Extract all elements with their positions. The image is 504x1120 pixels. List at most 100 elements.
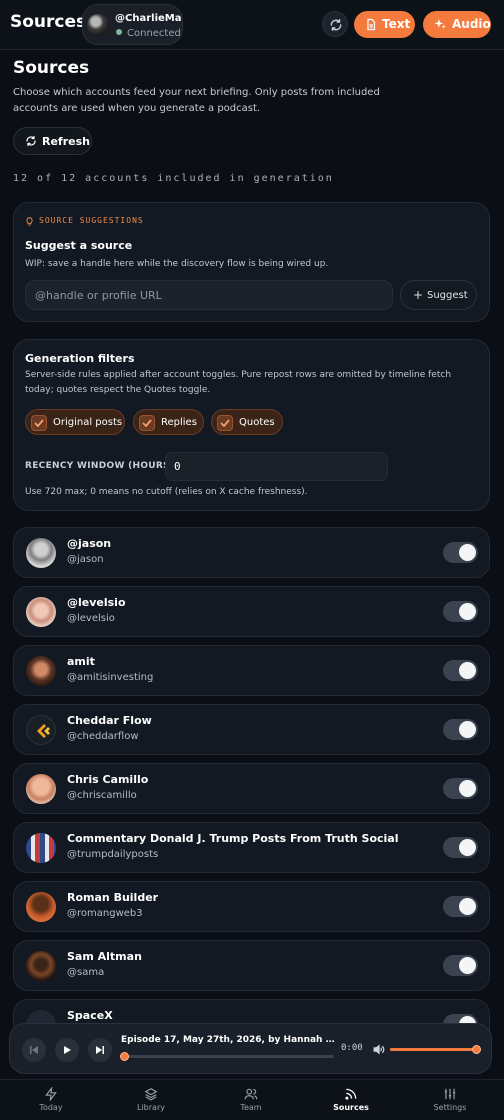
account-row[interactable]: @levelsio @levelsio [13,586,490,637]
account-name: @jason [67,537,112,550]
page-title: Sources [13,58,90,78]
checkbox-checked [139,415,155,431]
toggle-knob [459,721,476,738]
chip-quotes[interactable]: Quotes [211,409,283,435]
page-description: Choose which accounts feed your next bri… [13,87,380,114]
check-icon [34,419,44,427]
skip-forward-icon [96,1046,104,1054]
nav-label: Sources [333,1103,369,1112]
account-row[interactable]: @jason @jason [13,527,490,578]
account-status: Connected [116,28,181,39]
chip-replies[interactable]: Replies [133,409,204,435]
status-dot-icon [116,29,122,35]
nav-team[interactable]: Team [201,1080,301,1120]
nav-settings[interactable]: Settings [400,1080,500,1120]
toggle-knob [459,780,476,797]
suggest-title: Suggest a source [25,239,133,252]
refresh-button[interactable]: Refresh [13,127,92,155]
volume-fill [390,1048,477,1051]
toggle-knob [459,662,476,679]
recency-label: RECENCY WINDOW (HOURS) [25,461,175,471]
volume-slider[interactable] [390,1045,481,1054]
account-name: Commentary Donald J. Trump Posts From Tr… [67,832,399,845]
nav-sources[interactable]: Sources [301,1080,401,1120]
include-toggle[interactable] [443,719,478,740]
account-row[interactable]: Chris Camillo @chriscamillo [13,763,490,814]
recency-input[interactable] [165,452,388,481]
toggle-knob [459,603,476,620]
account-handle: @sama [67,967,105,978]
account-row[interactable]: Sam Altman @sama [13,940,490,991]
account-handle: @trumpdailyposts [67,849,159,860]
filters-title: Generation filters [25,352,135,365]
rss-icon [345,1088,357,1100]
chip-label: Original posts [53,417,123,428]
bolt-icon [45,1087,57,1101]
account-handle: @jason [67,554,104,565]
account-avatar [87,14,109,36]
episode-title: Episode 17, May 27th, 2026, by Hannah Fe… [121,1035,336,1045]
check-icon [220,419,230,427]
recency-help: Use 720 max; 0 means no cutoff (relies o… [25,487,308,497]
avatar [26,833,56,863]
document-icon [367,18,376,31]
audio-player: Episode 17, May 27th, 2026, by Hannah Fe… [9,1023,492,1074]
sync-button[interactable] [322,11,348,37]
progress-slider[interactable] [120,1052,334,1061]
chip-original-posts[interactable]: Original posts [25,409,125,435]
audio-button[interactable]: Audio [423,11,491,38]
account-row[interactable]: Commentary Donald J. Trump Posts From Tr… [13,822,490,873]
refresh-icon [26,135,36,147]
sparkle-icon [434,19,446,29]
toggle-knob [459,544,476,561]
account-handle: @levelsio [67,613,115,624]
account-switcher[interactable]: @CharlieMa... Connected [82,4,183,45]
next-button[interactable] [88,1038,112,1062]
play-button[interactable] [55,1038,79,1062]
playback-time: 0:00 [341,1043,363,1053]
include-toggle[interactable] [443,660,478,681]
account-handle: @amitisinvesting [67,672,154,683]
include-toggle[interactable] [443,542,478,563]
text-button-label: Text [382,17,411,31]
play-icon [64,1046,71,1054]
nav-today[interactable]: Today [1,1080,101,1120]
account-name: Sam Altman [67,950,142,963]
text-button[interactable]: Text [354,11,415,38]
nav-library[interactable]: Library [101,1080,201,1120]
layers-icon [144,1088,158,1101]
top-bar: Sources @CharlieMa... Connected Text Aud… [0,0,504,50]
avatar [26,892,56,922]
toggle-knob [459,898,476,915]
suggest-button-label: Suggest [427,290,468,301]
avatar [26,538,56,568]
include-toggle[interactable] [443,778,478,799]
audio-button-label: Audio [452,17,491,31]
avatar [26,656,56,686]
account-name: amit [67,655,95,668]
account-name: Cheddar Flow [67,714,152,727]
volume-icon[interactable] [372,1043,385,1056]
lightbulb-icon [26,217,33,226]
account-row[interactable]: Cheddar Flow @cheddarflow [13,704,490,755]
account-row[interactable]: amit @amitisinvesting [13,645,490,696]
account-handle: @CharlieMa... [115,13,182,24]
include-toggle[interactable] [443,955,478,976]
nav-label: Settings [433,1103,467,1112]
plus-icon: + [413,288,424,302]
previous-button[interactable] [22,1038,46,1062]
account-handle: @romangweb3 [67,908,143,919]
checkbox-checked [31,415,47,431]
progress-knob[interactable] [120,1052,129,1061]
suggestions-eyebrow-label: SOURCE SUGGESTIONS [39,216,144,225]
suggest-button[interactable]: + Suggest [400,280,477,310]
volume-knob[interactable] [472,1045,481,1054]
include-toggle[interactable] [443,896,478,917]
handle-input[interactable] [25,280,393,310]
check-icon [142,419,152,427]
include-toggle[interactable] [443,837,478,858]
account-row[interactable]: Roman Builder @romangweb3 [13,881,490,932]
chip-label: Quotes [239,417,275,428]
account-name: Chris Camillo [67,773,149,786]
include-toggle[interactable] [443,601,478,622]
